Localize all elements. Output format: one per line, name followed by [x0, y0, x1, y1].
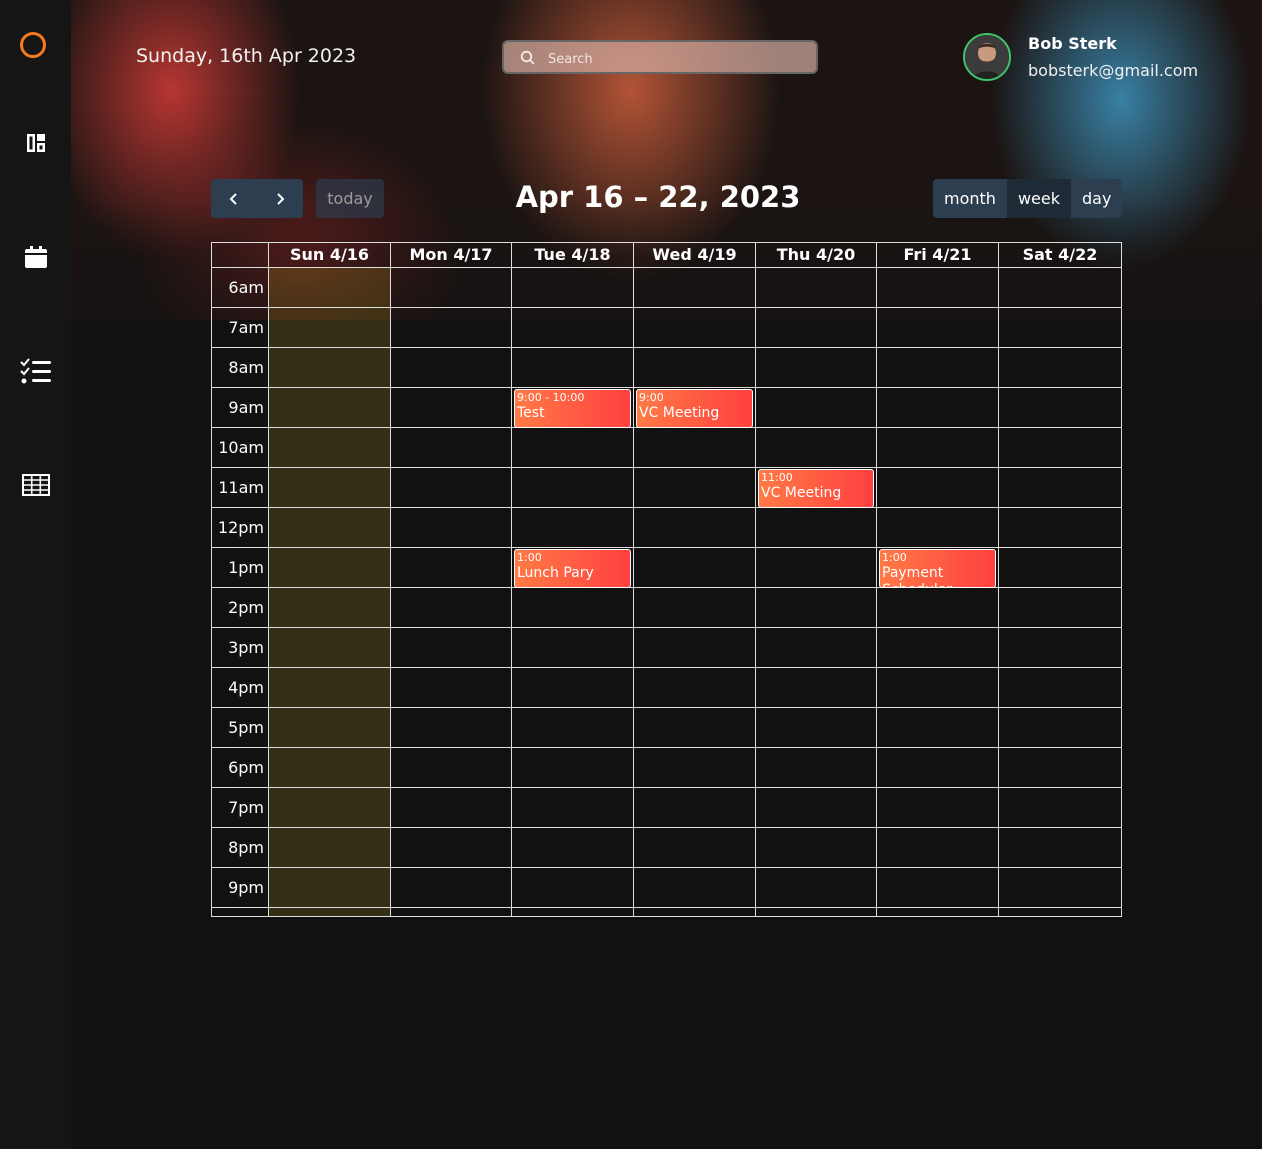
- calendar-event[interactable]: 9:00 - 10:00 Test: [514, 389, 631, 428]
- day-header: Sat 4/22: [998, 243, 1121, 267]
- event-title: Lunch Pary: [517, 565, 594, 581]
- logo-ring-icon[interactable]: [20, 32, 46, 58]
- column-divider: [268, 268, 269, 916]
- date-range-title: Apr 16 – 22, 2023: [515, 180, 801, 214]
- time-slot-row[interactable]: 2pm: [212, 588, 1121, 628]
- event-time: 9:00 - 10:00: [517, 391, 585, 404]
- time-label: 7pm: [228, 798, 264, 817]
- time-slot-row[interactable]: 12pm: [212, 508, 1121, 548]
- calendar-icon[interactable]: [19, 240, 53, 274]
- time-slot-row[interactable]: 8pm: [212, 828, 1121, 868]
- event-time: 9:00: [639, 391, 664, 404]
- user-email: bobsterk@gmail.com: [1028, 61, 1199, 80]
- day-header: Thu 4/20: [755, 243, 876, 267]
- time-label: 5pm: [228, 718, 264, 737]
- event-time: 1:00: [882, 551, 907, 564]
- search-bar[interactable]: [502, 40, 818, 74]
- prev-button[interactable]: [211, 179, 257, 218]
- time-label: 10am: [218, 438, 264, 457]
- header-corner: [212, 243, 268, 267]
- day-header: Fri 4/21: [876, 243, 998, 267]
- dashboard-icon[interactable]: [19, 126, 53, 160]
- time-label: 1pm: [228, 558, 264, 577]
- event-time: 11:00: [761, 471, 793, 484]
- time-slot-row[interactable]: 4pm: [212, 668, 1121, 708]
- time-label: 12pm: [217, 518, 264, 537]
- event-title: VC Meeting: [639, 405, 720, 421]
- time-label: 7am: [228, 318, 264, 337]
- time-label: 4pm: [228, 678, 264, 697]
- day-header: Mon 4/17: [390, 243, 511, 267]
- column-divider: [998, 268, 999, 916]
- time-label: 2pm: [228, 598, 264, 617]
- search-input[interactable]: [546, 48, 810, 70]
- time-label: 9am: [228, 398, 264, 417]
- time-label: 3pm: [228, 638, 264, 657]
- column-divider: [633, 268, 634, 916]
- calendar-event[interactable]: 11:00 VC Meeting: [758, 469, 874, 508]
- column-divider: [511, 268, 512, 916]
- view-switcher: month week day: [933, 179, 1123, 218]
- sidebar: [0, 0, 71, 1149]
- event-title: VC Meeting: [761, 485, 842, 501]
- column-divider: [755, 268, 756, 916]
- time-slot-row[interactable]: 7am: [212, 308, 1121, 348]
- today-button[interactable]: today: [316, 179, 384, 218]
- user-name: Bob Sterk: [1028, 34, 1117, 53]
- time-label: 6am: [228, 278, 264, 297]
- day-header: Sun 4/16: [268, 243, 390, 267]
- week-view-button[interactable]: week: [1006, 179, 1071, 218]
- event-time: 1:00: [517, 551, 542, 564]
- prev-next-group: [211, 179, 303, 218]
- time-label: 8pm: [228, 838, 264, 857]
- week-calendar: Sun 4/16 Mon 4/17 Tue 4/18 Wed 4/19 Thu …: [211, 242, 1122, 917]
- calendar-body: 6am 7am 8am 9am 10am 11am 12pm 1pm 2pm 3pm 4pm 5pm 6…: [212, 268, 1121, 916]
- time-slot-row[interactable]: 5pm: [212, 708, 1121, 748]
- day-header: Tue 4/18: [511, 243, 633, 267]
- time-slot-row[interactable]: 10am: [212, 428, 1121, 468]
- column-divider: [876, 268, 877, 916]
- time-label: 11am: [218, 478, 264, 497]
- current-date: Sunday, 16th Apr 2023: [136, 45, 357, 67]
- day-header: Wed 4/19: [633, 243, 755, 267]
- time-label: 8am: [228, 358, 264, 377]
- calendar-event[interactable]: 1:00 Lunch Pary: [514, 549, 631, 588]
- checklist-icon[interactable]: [19, 354, 53, 388]
- chevron-left-icon: [229, 192, 237, 205]
- avatar[interactable]: [963, 33, 1011, 81]
- table-grid-icon[interactable]: [19, 468, 53, 502]
- next-button[interactable]: [257, 179, 303, 218]
- time-slot-row[interactable]: 7pm: [212, 788, 1121, 828]
- time-slot-row[interactable]: 11am: [212, 468, 1121, 508]
- time-slot-row[interactable]: 6am: [212, 268, 1121, 308]
- event-title: Payment Scheduler: [882, 565, 952, 587]
- time-slot-row[interactable]: 6pm: [212, 748, 1121, 788]
- search-icon: [520, 50, 536, 70]
- chevron-right-icon: [277, 192, 285, 205]
- time-label: 6pm: [228, 758, 264, 777]
- time-slot-row[interactable]: 8am: [212, 348, 1121, 388]
- calendar-header: Sun 4/16 Mon 4/17 Tue 4/18 Wed 4/19 Thu …: [212, 243, 1121, 268]
- month-view-button[interactable]: month: [933, 179, 1007, 218]
- column-divider: [390, 268, 391, 916]
- event-title: Test: [517, 405, 545, 421]
- calendar-event[interactable]: 9:00 VC Meeting: [636, 389, 753, 428]
- time-slot-row[interactable]: 9pm: [212, 868, 1121, 908]
- day-view-button[interactable]: day: [1070, 179, 1123, 218]
- time-slot-row[interactable]: 3pm: [212, 628, 1121, 668]
- calendar-event[interactable]: 1:00Payment Scheduler: [879, 549, 996, 588]
- time-label: 9pm: [228, 878, 264, 897]
